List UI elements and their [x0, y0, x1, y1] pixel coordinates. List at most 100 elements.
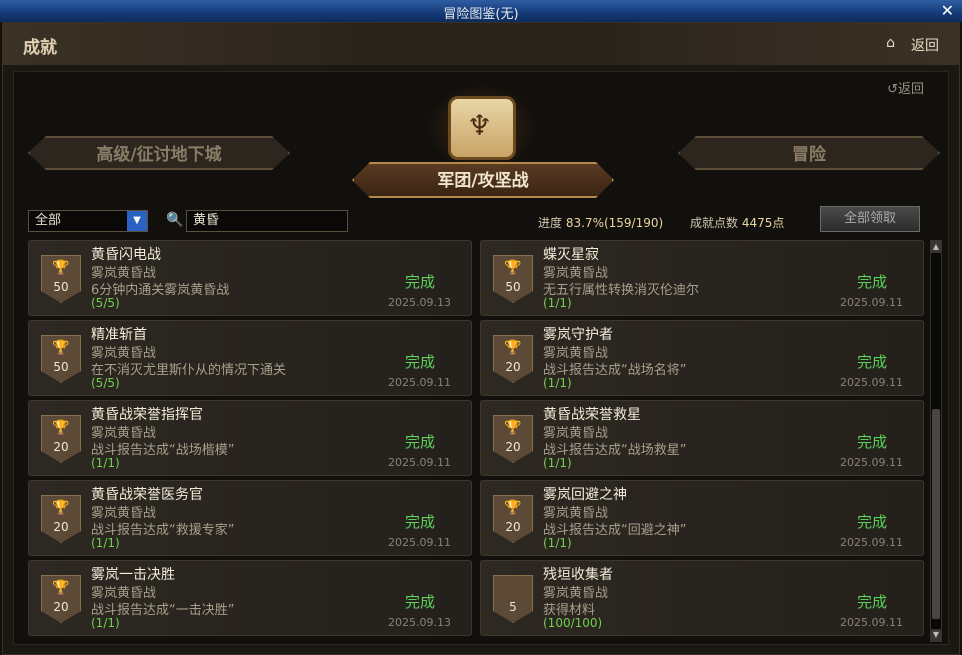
- achievement-status: 完成: [404, 353, 435, 371]
- achievement-title: 雾岚一击决胜: [91, 567, 175, 583]
- badge-points: 50: [505, 280, 521, 294]
- trophy-icon: 🏆: [52, 340, 70, 356]
- achievement-badge: 5: [493, 575, 533, 623]
- achievement-title: 黄昏闪电战: [91, 247, 161, 263]
- achievement-status: 完成: [856, 433, 887, 451]
- window-title: 冒险图鉴(无): [443, 7, 519, 22]
- achievement-card[interactable]: 🏆 50 精准斩首 雾岚黄昏战 在不消灭尤里斯仆从的情况下通关 (5/5) 完成 2025.0…: [28, 320, 472, 396]
- achievement-title: 残垣收集者: [543, 567, 613, 583]
- achievement-title: 雾岚守护者: [543, 327, 613, 343]
- points-value: 4475点: [741, 216, 785, 230]
- back-button[interactable]: 返回: [911, 35, 939, 55]
- trophy-icon: 🏆: [504, 420, 522, 436]
- badge-points: 20: [505, 360, 521, 374]
- badge-points: 20: [53, 520, 69, 534]
- achievement-card[interactable]: 5 残垣收集者 雾岚黄昏战 获得材料 (100/100) 完成 2025.09.11: [480, 560, 924, 636]
- achievement-date: 2025.09.11: [840, 616, 903, 629]
- category-dropdown[interactable]: 全部 ▼: [28, 210, 148, 232]
- achievement-window: 成就 ⌂ 返回 ↺返回 ♆ 高级/征讨地下城 军团/攻坚战 冒险 全部 ▼ 🔍 …: [2, 22, 960, 655]
- achievement-badge: 🏆 50: [493, 255, 533, 303]
- achievement-badge: 🏆 20: [41, 415, 81, 463]
- progress-label: 进度: [538, 216, 563, 230]
- achievement-date: 2025.09.13: [388, 616, 451, 629]
- achievement-status: 完成: [404, 513, 435, 531]
- achievement-count: (1/1): [91, 536, 120, 550]
- achievement-date: 2025.09.11: [388, 376, 451, 389]
- demon-crest-icon: ♆: [467, 109, 493, 142]
- achievement-badge: 🏆 20: [493, 495, 533, 543]
- badge-points: 5: [509, 600, 517, 614]
- tab-advanced-dungeon[interactable]: 高级/征讨地下城: [28, 136, 290, 170]
- achievement-panel: ↺返回 ♆ 高级/征讨地下城 军团/攻坚战 冒险 全部 ▼ 🔍 黄昏 进度 83…: [13, 71, 949, 645]
- tab-adventure[interactable]: 冒险: [678, 136, 940, 170]
- achievement-card[interactable]: 🏆 20 黄昏战荣誉医务官 雾岚黄昏战 战斗报告达成“救援专家” (1/1) 完成 2025.…: [28, 480, 472, 556]
- category-emblem: ♆: [426, 84, 538, 172]
- achievement-count: (100/100): [543, 616, 603, 630]
- achievement-date: 2025.09.13: [388, 296, 451, 309]
- trophy-icon: 🏆: [504, 500, 522, 516]
- search-input[interactable]: 黄昏: [186, 210, 348, 232]
- achievement-badge: 🏆 50: [41, 255, 81, 303]
- trophy-icon: 🏆: [52, 260, 70, 276]
- achievement-title: 雾岚回避之神: [543, 487, 627, 503]
- badge-points: 50: [53, 280, 69, 294]
- achievement-title: 精准斩首: [91, 327, 147, 343]
- badge-points: 20: [505, 520, 521, 534]
- badge-points: 20: [53, 440, 69, 454]
- achievement-status: 完成: [856, 513, 887, 531]
- achievement-badge: 🏆 20: [493, 415, 533, 463]
- achievement-card[interactable]: 🏆 20 黄昏战荣誉救星 雾岚黄昏战 战斗报告达成“战场救星” (1/1) 完成 2025.0…: [480, 400, 924, 476]
- achievement-badge: 🏆 50: [41, 335, 81, 383]
- page-title: 成就: [23, 38, 57, 58]
- achievement-badge: 🏆 20: [493, 335, 533, 383]
- close-icon[interactable]: ✕: [941, 1, 954, 20]
- achievement-status: 完成: [856, 273, 887, 291]
- achievement-status: 完成: [404, 433, 435, 451]
- home-icon[interactable]: ⌂: [886, 35, 895, 51]
- search-icon: 🔍: [166, 212, 184, 228]
- achievement-count: (5/5): [91, 376, 120, 390]
- achievement-title: 黄昏战荣誉救星: [543, 407, 641, 423]
- achievement-card[interactable]: 🏆 50 黄昏闪电战 雾岚黄昏战 6分钟内通关雾岚黄昏战 (5/5) 完成 2025.09.1…: [28, 240, 472, 316]
- achievement-card[interactable]: 🏆 50 蝶灭星寂 雾岚黄昏战 无五行属性转换消灭伦迪尔 (1/1) 完成 2025.09.1…: [480, 240, 924, 316]
- panel-back-button[interactable]: ↺返回: [887, 78, 924, 97]
- achievement-description: 在不消灭尤里斯仆从的情况下通关: [91, 363, 287, 378]
- window-titlebar: 冒险图鉴(无) ✕: [0, 0, 962, 23]
- progress-display: 进度 83.7%(159/190): [538, 214, 663, 231]
- achievement-count: (5/5): [91, 296, 120, 310]
- achievement-count: (1/1): [543, 296, 572, 310]
- trophy-icon: 🏆: [504, 340, 522, 356]
- scroll-up-icon[interactable]: ▲: [931, 241, 941, 253]
- achievement-title: 黄昏战荣誉指挥官: [91, 407, 203, 423]
- scrollbar-thumb[interactable]: [932, 409, 940, 619]
- achievement-badge: 🏆 20: [41, 495, 81, 543]
- achievement-title: 黄昏战荣誉医务官: [91, 487, 203, 503]
- badge-points: 20: [53, 600, 69, 614]
- trophy-icon: 🏆: [52, 500, 70, 516]
- badge-points: 20: [505, 440, 521, 454]
- trophy-icon: 🏆: [504, 260, 522, 276]
- badge-points: 50: [53, 360, 69, 374]
- trophy-icon: 🏆: [52, 580, 70, 596]
- header: 成就 ⌂ 返回: [3, 23, 959, 65]
- tab-legion-raid[interactable]: 军团/攻坚战: [352, 162, 614, 198]
- chevron-down-icon[interactable]: ▼: [127, 211, 147, 231]
- progress-value: 83.7%(159/190): [565, 216, 664, 230]
- scroll-down-icon[interactable]: ▼: [931, 629, 941, 641]
- trophy-icon: 🏆: [52, 420, 70, 436]
- achievement-card[interactable]: 🏆 20 雾岚守护者 雾岚黄昏战 战斗报告达成“战场名将” (1/1) 完成 2025.09.…: [480, 320, 924, 396]
- achievement-title: 蝶灭星寂: [543, 247, 599, 263]
- achievement-date: 2025.09.11: [388, 456, 451, 469]
- scrollbar[interactable]: ▲ ▼: [930, 240, 942, 642]
- achievement-count: (1/1): [543, 456, 572, 470]
- achievement-card[interactable]: 🏆 20 黄昏战荣誉指挥官 雾岚黄昏战 战斗报告达成“战场楷模” (1/1) 完成 2025.…: [28, 400, 472, 476]
- achievement-card[interactable]: 🏆 20 雾岚回避之神 雾岚黄昏战 战斗报告达成“回避之神” (1/1) 完成 2025.09…: [480, 480, 924, 556]
- achievement-count: (1/1): [543, 376, 572, 390]
- points-display: 成就点数 4475点: [690, 214, 784, 231]
- achievement-count: (1/1): [91, 616, 120, 630]
- claim-all-button[interactable]: 全部领取: [820, 206, 920, 232]
- achievement-count: (1/1): [91, 456, 120, 470]
- achievement-date: 2025.09.11: [840, 536, 903, 549]
- achievement-card[interactable]: 🏆 20 雾岚一击决胜 雾岚黄昏战 战斗报告达成“一击决胜” (1/1) 完成 2025.09…: [28, 560, 472, 636]
- achievement-status: 完成: [404, 273, 435, 291]
